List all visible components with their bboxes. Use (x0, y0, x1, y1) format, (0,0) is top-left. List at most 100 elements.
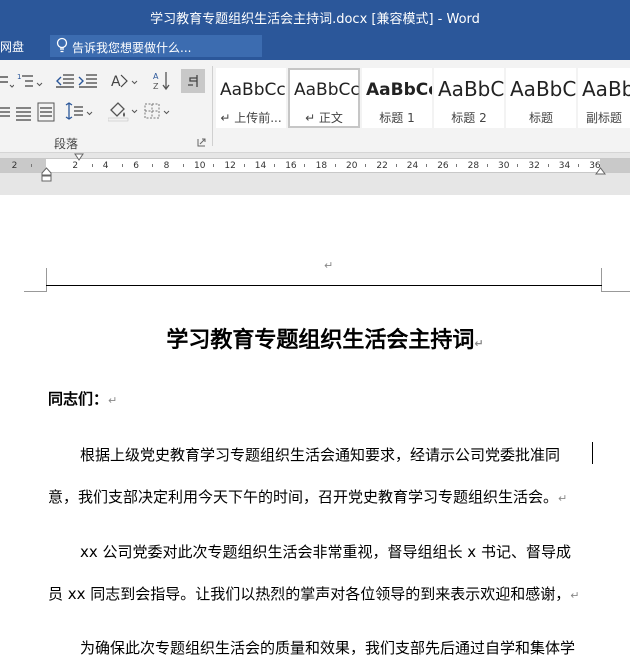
paragraph-2-line-1[interactable]: xx 公司党委对此次专题组织生活会非常重视，督导组组长 x 书记、督导成 (80, 541, 571, 562)
style-heading-1[interactable]: AaBbCc 标题 1 (362, 68, 432, 128)
ruler-tick (274, 164, 275, 167)
style-upload[interactable]: AaBbCc ↵ 上传前... (216, 68, 286, 128)
ruler-tick (517, 164, 519, 167)
ruler-tick (578, 164, 579, 167)
sort-icon[interactable]: A Z (153, 70, 171, 92)
pilcrow-icon (188, 75, 198, 87)
paragraph-2-line-2[interactable]: 员 xx 同志到会指导。让我们以热烈的掌声对各位领导的到来表示欢迎和感谢，↵ (48, 583, 580, 604)
tell-me-box[interactable]: 告诉我您想要做什么... (50, 35, 262, 57)
ruler-tick-label: 14 (254, 161, 267, 171)
header-paragraph-mark: ↵ (324, 259, 334, 272)
paragraph-2-line-2-text: 员 xx 同志到会指导。让我们以热烈的掌声对各位领导的到来表示欢迎和感谢， (48, 585, 571, 603)
ruler-tick-label: 2 (11, 161, 18, 171)
ruler-tick-label: 30 (498, 161, 510, 171)
ruler-tick-label: 28 (467, 161, 480, 171)
style-name: 副标题 (585, 111, 622, 125)
shading-icon[interactable] (108, 100, 140, 122)
paragraph-1-line-2-text: 意，我们支部决定利用今天下午的时间，召开党史教育学习专题组织生活会。 (48, 488, 559, 506)
ruler-tick (395, 164, 397, 167)
decrease-indent-icon[interactable] (55, 71, 75, 91)
multilevel-list-icon[interactable]: 1 (17, 71, 45, 91)
style-normal[interactable]: AaBbCc ↵ 正文 (288, 68, 360, 128)
text-cursor (592, 442, 593, 464)
show-marks-button[interactable] (181, 69, 205, 93)
style-name: 标题 1 (379, 111, 415, 125)
increase-indent-icon[interactable] (78, 71, 98, 91)
ruler-tick (456, 164, 458, 167)
ruler-tick-label: 8 (163, 161, 170, 171)
paragraph-3-line-1[interactable]: 为确保此次专题组织生活会的质量和效果，我们支部先后通过自学和集体学 (80, 637, 575, 658)
svg-text:A: A (153, 72, 159, 81)
horizontal-ruler[interactable]: 2 2 4 6 8 10 12 14 16 18 20 22 24 26 28 30 32 34 36 (0, 153, 630, 195)
ruler-tick-label: 26 (437, 161, 449, 171)
style-name: 标题 2 (451, 111, 487, 125)
document-title-text: 学习教育专题组织生活会主持词 (166, 328, 475, 353)
ruler-tick-label: 34 (558, 161, 571, 171)
style-name: 标题 (528, 111, 553, 125)
ruler-tick (122, 164, 123, 167)
ruler-tick (243, 164, 245, 167)
ruler-tick (426, 164, 427, 167)
lightbulb-icon (56, 37, 68, 53)
style-sample: AaBbCc (294, 80, 360, 100)
paragraph-mark: ↵ (108, 394, 118, 407)
paragraph-1-line-2[interactable]: 意，我们支部决定利用今天下午的时间，召开党史教育学习专题组织生活会。↵ (48, 486, 567, 507)
style-title[interactable]: AaBbC 标题 (506, 68, 576, 128)
ruler-tick-label: 22 (376, 161, 388, 171)
window-title: 学习教育专题组织生活会主持词.docx [兼容模式] - Word (150, 12, 480, 27)
style-sample: AaBbCc (366, 80, 432, 100)
align-right-icon[interactable] (0, 104, 12, 122)
ruler-strip: 2 2 4 6 8 10 12 14 16 18 20 22 24 26 28 30 32 34 36 (0, 158, 630, 173)
document-page[interactable]: ↵ 学习教育专题组织生活会主持词↵ 同志们：↵ 根据上级党史教育学习专题组织生活… (0, 196, 630, 662)
group-separator (212, 66, 213, 146)
first-line-indent-marker[interactable] (74, 153, 84, 163)
style-subtitle[interactable]: AaBb 副标题 (578, 68, 630, 128)
tell-me-placeholder: 告诉我您想要做什么... (72, 41, 192, 55)
ruler-tick-label: 6 (133, 161, 139, 171)
right-indent-marker[interactable] (595, 167, 606, 176)
ruler-tick-label: 32 (528, 161, 540, 171)
header-corner-left-h (24, 291, 47, 292)
dialog-launcher-icon[interactable] (197, 138, 206, 147)
ruler-tick-label: 16 (285, 161, 297, 171)
ruler-left-margin (0, 159, 46, 172)
svg-text:A: A (111, 74, 121, 90)
ruler-tick-label: 24 (406, 161, 419, 171)
ruler-tick (91, 164, 93, 167)
ruler-tick-label: 10 (194, 161, 206, 171)
style-heading-2[interactable]: AaBbC 标题 2 (434, 68, 504, 128)
ribbon: 1 A A Z 段落 AaBbCc ↵ 上传前... AaBbCc ↵ 正文 A… (0, 60, 630, 153)
borders-icon[interactable] (144, 102, 176, 122)
tab-baidu-netdisk[interactable]: 百度网盘 (0, 38, 24, 55)
style-name: ↵ 正文 (305, 111, 343, 125)
salutation[interactable]: 同志们：↵ (48, 388, 117, 409)
paragraph-1-line-1[interactable]: 根据上级党史教育学习专题组织生活会通知要求，经请示公司党委批准同 (80, 444, 560, 465)
ruler-tick-label: 18 (315, 161, 328, 171)
style-sample: AaBbCc (220, 80, 286, 100)
svg-text:1: 1 (17, 73, 21, 81)
ruler-tick (304, 164, 306, 167)
ruler-tick-label: 12 (224, 161, 236, 171)
title-bar: 学习教育专题组织生活会主持词.docx [兼容模式] - Word (0, 0, 630, 32)
distributed-icon[interactable] (37, 102, 55, 122)
paragraph-mark: ↵ (558, 492, 568, 505)
paragraph-group-label: 段落 (54, 137, 79, 151)
bullets-icon[interactable] (0, 72, 14, 90)
svg-text:Z: Z (153, 82, 159, 91)
style-sample: AaBbC (438, 77, 504, 101)
line-spacing-icon[interactable] (63, 102, 95, 122)
justify-icon[interactable] (16, 104, 32, 122)
ruler-tick (334, 164, 336, 167)
ruler-tick (486, 164, 488, 167)
ruler-tick (152, 164, 154, 167)
hanging-indent-marker[interactable] (41, 167, 52, 182)
paragraph-mark: ↵ (570, 589, 580, 602)
ruler-tick (365, 164, 367, 167)
document-title[interactable]: 学习教育专题组织生活会主持词↵ (0, 322, 630, 354)
header-corner-right (601, 268, 602, 292)
asian-layout-icon[interactable]: A (111, 71, 139, 91)
ruler-tick-label: 20 (346, 161, 358, 171)
ruler-tick (182, 164, 184, 167)
header-rule (46, 285, 602, 286)
style-sample: AaBb (582, 77, 630, 101)
